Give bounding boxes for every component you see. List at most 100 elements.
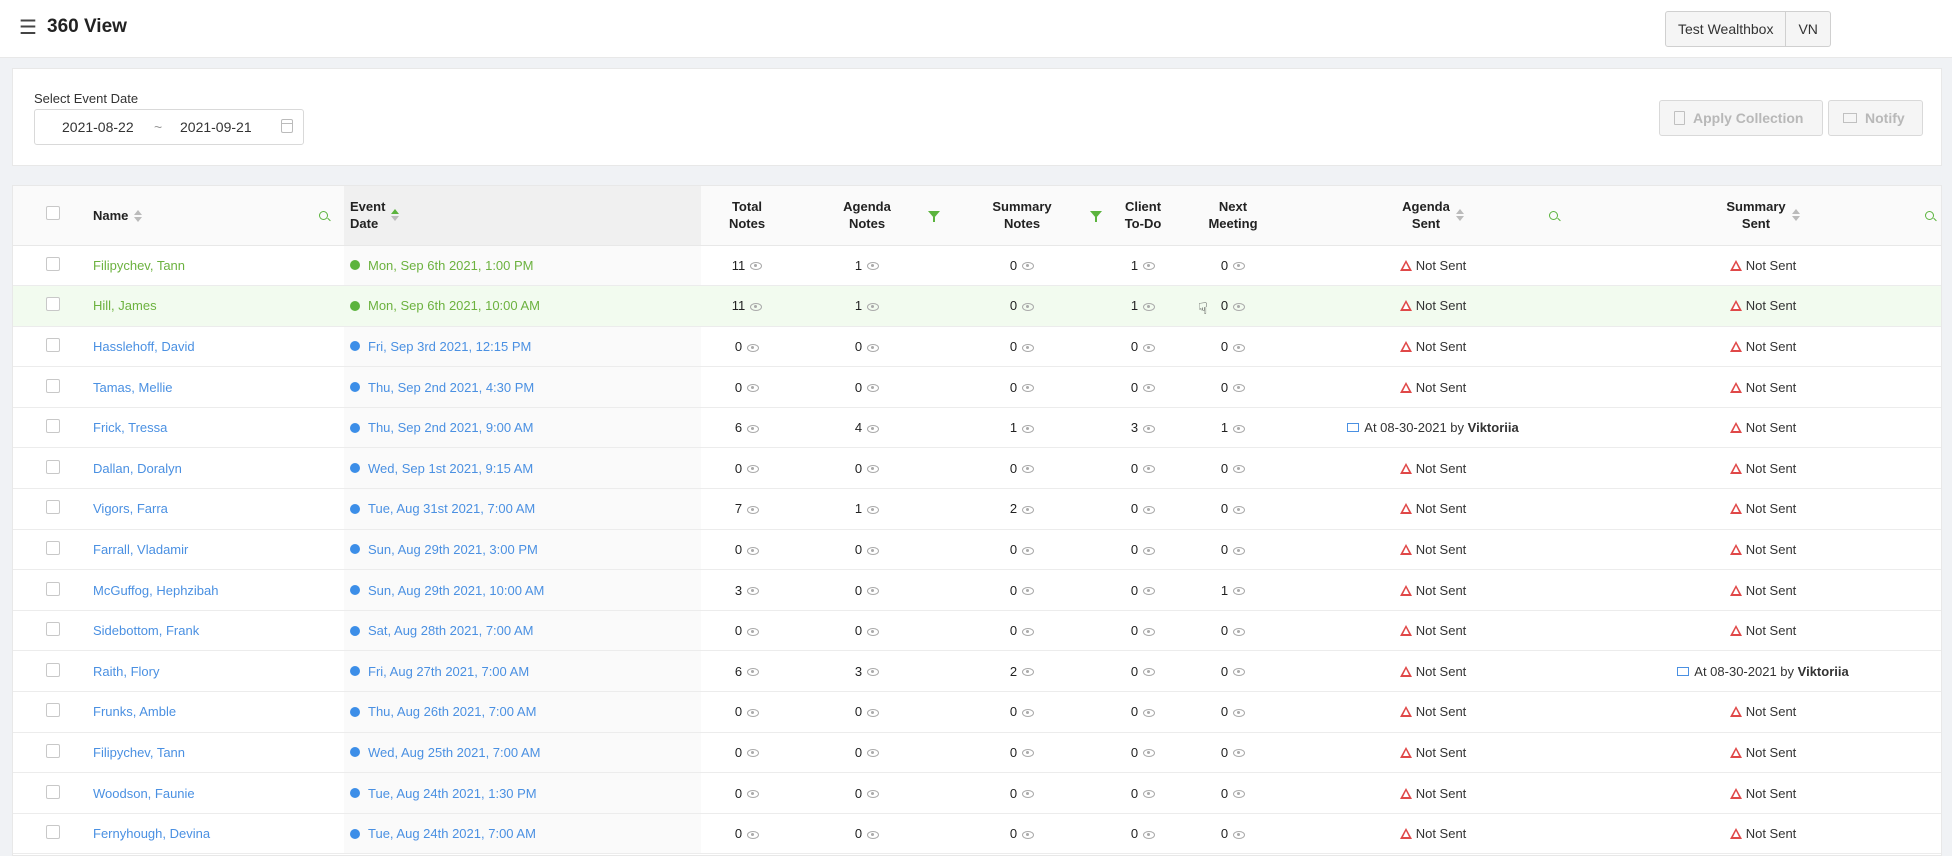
eye-icon[interactable] bbox=[867, 384, 880, 393]
table-row[interactable]: Filipychev, Tann Wed, Aug 25th 2021, 7:00… bbox=[13, 732, 1941, 774]
row-checkbox[interactable] bbox=[46, 581, 60, 596]
eye-icon[interactable] bbox=[747, 790, 760, 799]
eye-icon[interactable] bbox=[747, 587, 760, 596]
eye-icon[interactable] bbox=[1233, 627, 1246, 636]
eye-icon[interactable] bbox=[747, 749, 760, 758]
eye-icon[interactable] bbox=[1143, 505, 1156, 514]
eye-icon[interactable] bbox=[1022, 627, 1035, 636]
filter-icon[interactable] bbox=[928, 211, 940, 222]
eye-icon[interactable] bbox=[1233, 424, 1246, 433]
row-checkbox[interactable] bbox=[46, 622, 60, 637]
eye-icon[interactable] bbox=[1233, 505, 1246, 514]
eye-icon[interactable] bbox=[867, 262, 880, 271]
table-row[interactable]: Frick, Tressa Thu, Sep 2nd 2021, 9:00 AM 6… bbox=[13, 407, 1941, 449]
eye-icon[interactable] bbox=[1233, 830, 1246, 839]
eye-icon[interactable] bbox=[1143, 749, 1156, 758]
eye-icon[interactable] bbox=[747, 627, 760, 636]
eye-icon[interactable] bbox=[1022, 465, 1035, 474]
eye-icon[interactable] bbox=[1233, 587, 1246, 596]
user-initials-button[interactable]: VN bbox=[1786, 11, 1831, 47]
eye-icon[interactable] bbox=[747, 465, 760, 474]
search-icon[interactable] bbox=[1925, 211, 1934, 220]
eye-icon[interactable] bbox=[1022, 384, 1035, 393]
eye-icon[interactable] bbox=[1233, 302, 1246, 311]
sort-icon[interactable] bbox=[134, 210, 143, 223]
sort-icon[interactable] bbox=[1791, 209, 1800, 222]
eye-icon[interactable] bbox=[1233, 384, 1246, 393]
eye-icon[interactable] bbox=[867, 343, 880, 352]
event-date-link[interactable]: Tue, Aug 31st 2021, 7:00 AM bbox=[368, 501, 535, 516]
row-checkbox[interactable] bbox=[46, 825, 60, 840]
eye-icon[interactable] bbox=[1022, 302, 1035, 311]
client-name-link[interactable]: Fernyhough, Devina bbox=[93, 826, 210, 841]
event-date-link[interactable]: Wed, Aug 25th 2021, 7:00 AM bbox=[368, 745, 541, 760]
table-row[interactable]: Tamas, Mellie Thu, Sep 2nd 2021, 4:30 PM 0… bbox=[13, 366, 1941, 408]
eye-icon[interactable] bbox=[867, 749, 880, 758]
eye-icon[interactable] bbox=[1233, 546, 1246, 555]
eye-icon[interactable] bbox=[747, 343, 760, 352]
eye-icon[interactable] bbox=[1022, 343, 1035, 352]
eye-icon[interactable] bbox=[867, 708, 880, 717]
date-range-picker[interactable]: 2021-08-22 ~ 2021-09-21 bbox=[34, 109, 304, 145]
select-all-checkbox[interactable] bbox=[46, 206, 60, 221]
client-name-link[interactable]: Vigors, Farra bbox=[93, 501, 168, 516]
eye-icon[interactable] bbox=[867, 505, 880, 514]
client-name-link[interactable]: Filipychev, Tann bbox=[93, 745, 185, 760]
row-checkbox[interactable] bbox=[46, 378, 60, 393]
eye-icon[interactable] bbox=[1022, 505, 1035, 514]
eye-icon[interactable] bbox=[867, 546, 880, 555]
notify-button[interactable]: Notify bbox=[1828, 100, 1923, 136]
table-row[interactable]: Vigors, Farra Tue, Aug 31st 2021, 7:00 AM… bbox=[13, 488, 1941, 530]
eye-icon[interactable] bbox=[867, 668, 880, 677]
eye-icon[interactable] bbox=[1143, 465, 1156, 474]
header-event-date[interactable]: Event Date bbox=[344, 186, 701, 246]
eye-icon[interactable] bbox=[867, 830, 880, 839]
eye-icon[interactable] bbox=[1022, 262, 1035, 271]
event-date-link[interactable]: Fri, Aug 27th 2021, 7:00 AM bbox=[368, 664, 529, 679]
event-date-link[interactable]: Mon, Sep 6th 2021, 1:00 PM bbox=[368, 258, 534, 273]
row-checkbox[interactable] bbox=[46, 662, 60, 677]
eye-icon[interactable] bbox=[1022, 749, 1035, 758]
hamburger-icon[interactable]: ☰ bbox=[19, 17, 37, 39]
table-row[interactable]: Sidebottom, Frank Sat, Aug 28th 2021, 7:0… bbox=[13, 610, 1941, 652]
row-checkbox[interactable] bbox=[46, 419, 60, 434]
filter-icon[interactable] bbox=[1090, 211, 1102, 222]
eye-icon[interactable] bbox=[750, 262, 763, 271]
eye-icon[interactable] bbox=[1233, 262, 1246, 271]
eye-icon[interactable] bbox=[1143, 708, 1156, 717]
eye-icon[interactable] bbox=[1233, 668, 1246, 677]
eye-icon[interactable] bbox=[867, 302, 880, 311]
row-checkbox[interactable] bbox=[46, 703, 60, 718]
client-name-link[interactable]: Tamas, Mellie bbox=[93, 380, 172, 395]
event-date-link[interactable]: Thu, Aug 26th 2021, 7:00 AM bbox=[368, 704, 536, 719]
eye-icon[interactable] bbox=[750, 302, 763, 311]
eye-icon[interactable] bbox=[1233, 465, 1246, 474]
eye-icon[interactable] bbox=[1022, 790, 1035, 799]
eye-icon[interactable] bbox=[1233, 790, 1246, 799]
eye-icon[interactable] bbox=[1143, 384, 1156, 393]
event-date-link[interactable]: Fri, Sep 3rd 2021, 12:15 PM bbox=[368, 339, 531, 354]
eye-icon[interactable] bbox=[1143, 262, 1156, 271]
event-date-link[interactable]: Tue, Aug 24th 2021, 1:30 PM bbox=[368, 786, 537, 801]
sort-icon[interactable] bbox=[391, 209, 400, 222]
eye-icon[interactable] bbox=[1233, 708, 1246, 717]
eye-icon[interactable] bbox=[867, 587, 880, 596]
eye-icon[interactable] bbox=[1143, 668, 1156, 677]
row-checkbox[interactable] bbox=[46, 459, 60, 474]
eye-icon[interactable] bbox=[1233, 749, 1246, 758]
row-checkbox[interactable] bbox=[46, 784, 60, 799]
eye-icon[interactable] bbox=[1143, 546, 1156, 555]
client-name-link[interactable]: Raith, Flory bbox=[93, 664, 159, 679]
eye-icon[interactable] bbox=[747, 424, 760, 433]
eye-icon[interactable] bbox=[1143, 343, 1156, 352]
eye-icon[interactable] bbox=[867, 790, 880, 799]
header-name[interactable]: Name bbox=[93, 186, 344, 246]
event-date-link[interactable]: Tue, Aug 24th 2021, 7:00 AM bbox=[368, 826, 536, 841]
eye-icon[interactable] bbox=[1143, 587, 1156, 596]
client-name-link[interactable]: Frunks, Amble bbox=[93, 704, 176, 719]
wealthbox-button[interactable]: Test Wealthbox bbox=[1665, 11, 1787, 47]
eye-icon[interactable] bbox=[1143, 302, 1156, 311]
eye-icon[interactable] bbox=[1143, 830, 1156, 839]
row-checkbox[interactable] bbox=[46, 256, 60, 271]
eye-icon[interactable] bbox=[747, 830, 760, 839]
